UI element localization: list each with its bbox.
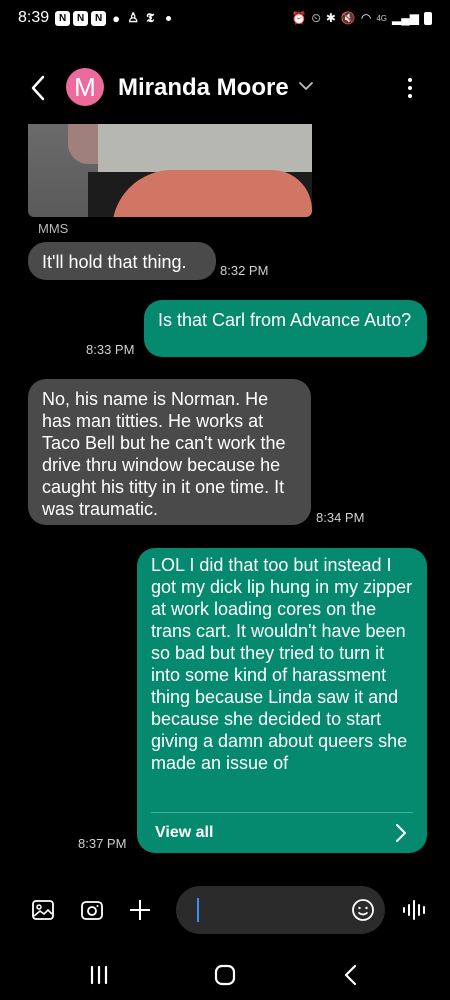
system-navigation-bar (0, 950, 450, 1000)
incoming-message[interactable]: No, his name is Norman. He has man titti… (28, 379, 311, 525)
app-notification-icon: N (91, 10, 107, 26)
outgoing-message[interactable]: LOL I did that too but instead I got my … (137, 548, 427, 853)
news-icon: 𝕿 (146, 10, 155, 25)
conversation-header: M Miranda Moore (0, 62, 450, 114)
avatar-letter: M (74, 71, 96, 102)
status-time: 8:39 (18, 9, 50, 26)
message-text: LOL I did that too but instead I got my … (151, 555, 413, 773)
message-input[interactable] (202, 894, 342, 926)
camera-icon (81, 901, 103, 920)
message-timestamp: 8:33 PM (86, 342, 135, 357)
camera-button[interactable] (80, 898, 104, 922)
mms-label: MMS (38, 221, 69, 236)
back-button[interactable] (24, 72, 52, 104)
more-notifications-dot (166, 15, 172, 21)
plus-icon (130, 900, 150, 920)
home-button[interactable] (212, 962, 238, 988)
network-label: 4G (376, 13, 388, 23)
recents-button[interactable] (86, 962, 112, 988)
avatar[interactable]: M (66, 68, 104, 106)
more-dot (408, 78, 412, 82)
message-timestamp: 8:32 PM (220, 263, 269, 278)
text-cursor (197, 898, 199, 922)
alarm-icon: ⏲ (311, 10, 321, 25)
chevron-down-icon (299, 82, 313, 90)
view-all-label: View all (155, 824, 214, 841)
mute-icon: 🔇 (340, 11, 356, 25)
view-all-button[interactable]: View all (151, 813, 413, 853)
gallery-button[interactable] (31, 898, 55, 922)
message-timestamp: 8:37 PM (78, 836, 127, 851)
message-input-container[interactable] (176, 886, 385, 934)
system-back-button[interactable] (338, 962, 364, 988)
photo-detail (112, 170, 312, 217)
home-icon (214, 964, 236, 986)
more-options-button[interactable] (400, 74, 420, 102)
voice-waveform-icon (403, 900, 425, 920)
app-notification-icon: N (73, 10, 89, 26)
emoji-icon[interactable] (351, 898, 375, 922)
contact-details-toggle[interactable] (296, 76, 316, 96)
add-attachment-button[interactable] (128, 898, 152, 922)
outgoing-message[interactable]: Is that Carl from Advance Auto? (144, 300, 427, 357)
bluetooth-icon: ✱ (325, 11, 336, 25)
mms-image[interactable] (28, 124, 312, 217)
reddit-icon: ● (112, 10, 121, 26)
contact-name[interactable]: Miranda Moore (118, 74, 289, 102)
recents-icon (90, 965, 108, 985)
gallery-icon (32, 900, 54, 920)
chevron-left-icon (31, 75, 45, 101)
system-icons: ⏰ ⏲ ✱ 🔇 ◠ 4G ▂▄▆ (292, 11, 432, 26)
app-notification-icon: N (55, 10, 71, 26)
alarm-icon: ⏰ (291, 11, 307, 25)
wifi-icon: ◠ (360, 11, 372, 25)
composer (0, 886, 450, 934)
battery-icon (424, 11, 432, 25)
incoming-message[interactable]: It'll hold that thing. (28, 242, 216, 280)
more-dot (408, 86, 412, 90)
notification-icons: N N N ● ♙ 𝕿 (55, 10, 172, 26)
message-timestamp: 8:34 PM (316, 510, 365, 525)
message-list[interactable]: MMS It'll hold that thing. 8:32 PM Is th… (0, 124, 450, 864)
voice-input-button[interactable] (402, 898, 428, 922)
ghost-icon: ♙ (127, 10, 139, 25)
chevron-right-icon (396, 824, 406, 842)
signal-icon: ▂▄▆ (392, 11, 419, 25)
more-dot (408, 94, 412, 98)
back-icon (344, 964, 357, 986)
status-bar: 8:39 N N N ● ♙ 𝕿 ⏰ ⏲ ✱ 🔇 ◠ 4G ▂▄▆ (0, 0, 450, 36)
